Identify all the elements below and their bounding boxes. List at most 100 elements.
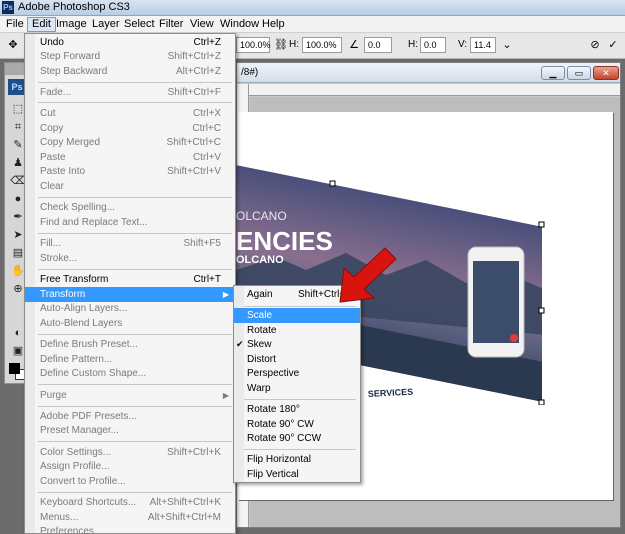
transform-handle-top[interactable] bbox=[329, 180, 336, 187]
submenu-item-perspective[interactable]: Perspective bbox=[234, 366, 360, 381]
menu-item-free-transform[interactable]: Free Transform Ctrl+T bbox=[25, 272, 235, 287]
submenu-item-skew[interactable]: ✔ Skew bbox=[234, 337, 360, 352]
menu-separator bbox=[38, 384, 232, 385]
menu-file[interactable]: File bbox=[2, 17, 28, 32]
submenu-item-distort[interactable]: Distort bbox=[234, 352, 360, 367]
menu-image[interactable]: Image bbox=[52, 17, 91, 32]
link-icon[interactable]: ⛓ bbox=[274, 38, 288, 52]
app-title: Adobe Photoshop CS3 bbox=[18, 1, 130, 13]
red-arrow-icon bbox=[339, 247, 397, 303]
menu-separator bbox=[38, 441, 232, 442]
close-icon[interactable]: ✕ bbox=[593, 66, 619, 80]
height-percent-field[interactable]: 100.0% bbox=[302, 37, 342, 53]
menu-item-preset-manager[interactable]: Preset Manager... bbox=[25, 423, 235, 438]
commit-transform-icon[interactable]: ✓ bbox=[606, 38, 620, 52]
document-title-bar[interactable]: /8#) ▁ ▭ ✕ bbox=[237, 63, 620, 83]
menu-item-define-pattern[interactable]: Define Pattern... bbox=[25, 352, 235, 367]
submenu-arrow-icon: ▶ bbox=[222, 290, 229, 299]
transform-handle-right[interactable] bbox=[538, 307, 545, 314]
menu-separator bbox=[244, 449, 356, 450]
menu-filter[interactable]: Filter bbox=[155, 17, 187, 32]
menu-item-paste-into[interactable]: Paste Into Shift+Ctrl+V bbox=[25, 164, 235, 179]
checkmark-icon: ✔ bbox=[236, 339, 244, 349]
menu-item-fill[interactable]: Fill... Shift+F5 bbox=[25, 236, 235, 251]
transform-tool-icon[interactable]: ✥ bbox=[6, 38, 20, 52]
menu-item-copy[interactable]: Copy Ctrl+C bbox=[25, 121, 235, 136]
menu-separator bbox=[244, 399, 356, 400]
image-text-line3: OLCANO bbox=[236, 254, 284, 266]
submenu-item-flip-horizontal[interactable]: Flip Horizontal bbox=[234, 452, 360, 467]
submenu-item-scale[interactable]: Scale bbox=[234, 308, 360, 323]
menu-help[interactable]: Help bbox=[258, 17, 289, 32]
menu-item-preferences[interactable]: Preferences bbox=[25, 524, 235, 533]
menu-item-keyboard-shortcuts[interactable]: Keyboard Shortcuts... Alt+Shift+Ctrl+K bbox=[25, 495, 235, 510]
submenu-item-rotate[interactable]: Rotate bbox=[234, 323, 360, 338]
menu-item-undo[interactable]: Undo Ctrl+Z bbox=[25, 35, 235, 50]
menu-item-assign-profile[interactable]: Assign Profile... bbox=[25, 459, 235, 474]
submenu-item-rotate-90-ccw[interactable]: Rotate 90° CCW bbox=[234, 431, 360, 446]
submenu-arrow-icon: ▶ bbox=[222, 391, 229, 400]
menu-item-pdf-presets[interactable]: Adobe PDF Presets... bbox=[25, 409, 235, 424]
cancel-transform-icon[interactable]: ⊘ bbox=[588, 38, 602, 52]
submenu-item-warp[interactable]: Warp bbox=[234, 381, 360, 396]
hskew-label: H: bbox=[408, 39, 418, 50]
menu-item-copy-merged[interactable]: Copy Merged Shift+Ctrl+C bbox=[25, 135, 235, 150]
menu-separator bbox=[38, 233, 232, 234]
angle-icon: ∠ bbox=[349, 39, 359, 51]
submenu-item-rotate-90-cw[interactable]: Rotate 90° CW bbox=[234, 417, 360, 432]
menu-item-fade[interactable]: Fade... Shift+Ctrl+F bbox=[25, 85, 235, 100]
menu-separator bbox=[38, 492, 232, 493]
height-label: H: bbox=[289, 39, 299, 50]
menu-view[interactable]: View bbox=[186, 17, 218, 32]
maximize-icon[interactable]: ▭ bbox=[567, 66, 591, 80]
edit-menu-dropdown: Undo Ctrl+Z Step Forward Shift+Ctrl+Z Step… bbox=[24, 33, 236, 534]
menu-window[interactable]: Window bbox=[216, 17, 263, 32]
menu-item-auto-align[interactable]: Auto-Align Layers... bbox=[25, 301, 235, 316]
transform-submenu: Again Shift+Ctrl+T Scale Rotate ✔ Skew Dis… bbox=[233, 285, 361, 483]
menu-item-convert-profile[interactable]: Convert to Profile... bbox=[25, 474, 235, 489]
submenu-item-rotate-180[interactable]: Rotate 180° bbox=[234, 402, 360, 417]
transform-handle-bottom-right[interactable] bbox=[538, 399, 545, 405]
menu-item-clear[interactable]: Clear bbox=[25, 179, 235, 194]
title-bar: Ps Adobe Photoshop CS3 bbox=[0, 0, 625, 16]
menu-item-define-shape[interactable]: Define Custom Shape... bbox=[25, 366, 235, 381]
menu-item-check-spelling[interactable]: Check Spelling... bbox=[25, 200, 235, 215]
vskew-field[interactable]: 11.4 bbox=[470, 37, 496, 53]
menu-item-stroke[interactable]: Stroke... bbox=[25, 251, 235, 266]
image-text-line2: ENCIES bbox=[236, 226, 333, 256]
menu-separator bbox=[38, 406, 232, 407]
chevron-icon: ⌄ bbox=[502, 39, 512, 51]
image-text-services: SERVICES bbox=[368, 387, 414, 399]
menu-separator bbox=[38, 102, 232, 103]
menu-item-define-brush[interactable]: Define Brush Preset... bbox=[25, 337, 235, 352]
menu-bar: File Edit Image Layer Select Filter View… bbox=[0, 16, 625, 33]
minimize-icon[interactable]: ▁ bbox=[541, 66, 565, 80]
menu-separator bbox=[38, 269, 232, 270]
menu-item-step-backward[interactable]: Step Backward Alt+Ctrl+Z bbox=[25, 64, 235, 79]
menu-separator bbox=[38, 334, 232, 335]
horizontal-ruler bbox=[249, 84, 620, 96]
vskew-label: V: bbox=[458, 39, 468, 50]
menu-item-transform[interactable]: Transform ▶ bbox=[25, 287, 235, 302]
menu-item-purge[interactable]: Purge ▶ bbox=[25, 388, 235, 403]
menu-select[interactable]: Select bbox=[120, 17, 159, 32]
image-text-line1: OLCANO bbox=[236, 209, 287, 223]
menu-item-find-replace[interactable]: Find and Replace Text... bbox=[25, 215, 235, 230]
menu-item-auto-blend[interactable]: Auto-Blend Layers bbox=[25, 316, 235, 331]
angle-field[interactable]: 0.0 bbox=[364, 37, 392, 53]
menu-separator bbox=[38, 82, 232, 83]
menu-layer[interactable]: Layer bbox=[88, 17, 124, 32]
foreground-color-swatch[interactable] bbox=[9, 363, 20, 374]
menu-item-paste[interactable]: Paste Ctrl+V bbox=[25, 150, 235, 165]
menu-item-cut[interactable]: Cut Ctrl+X bbox=[25, 106, 235, 121]
menu-separator bbox=[38, 197, 232, 198]
width-percent-field[interactable]: 100.0% bbox=[236, 37, 271, 53]
menu-item-step-forward[interactable]: Step Forward Shift+Ctrl+Z bbox=[25, 49, 235, 64]
photoshop-logo-icon: Ps bbox=[2, 1, 14, 14]
submenu-item-flip-vertical[interactable]: Flip Vertical bbox=[234, 467, 360, 482]
transform-handle-top-right[interactable] bbox=[538, 221, 545, 228]
hskew-field[interactable]: 0.0 bbox=[420, 37, 446, 53]
document-title: /8#) bbox=[241, 67, 259, 78]
menu-item-menus[interactable]: Menus... Alt+Shift+Ctrl+M bbox=[25, 510, 235, 525]
menu-item-color-settings[interactable]: Color Settings... Shift+Ctrl+K bbox=[25, 445, 235, 460]
